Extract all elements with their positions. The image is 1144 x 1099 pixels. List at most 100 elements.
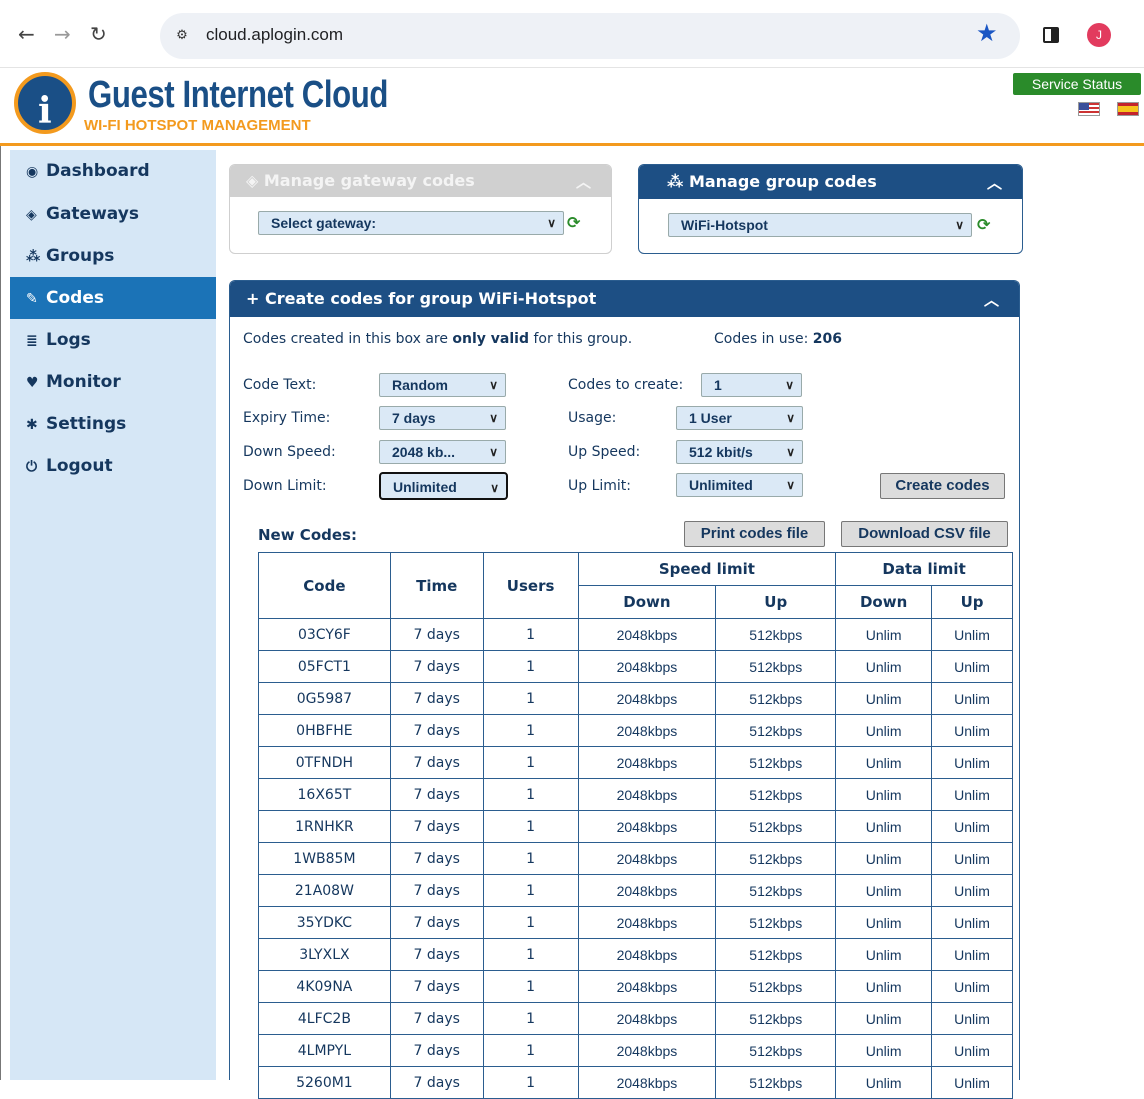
chevron-up-icon[interactable]: ︿ — [987, 166, 1002, 200]
codes-to-create-select[interactable]: 1 ∨ — [701, 373, 802, 397]
chevron-up-icon[interactable]: ︿ — [576, 166, 591, 198]
codes-in-use: Codes in use: 206 — [714, 331, 842, 347]
table-cell: 512kbps — [715, 682, 837, 715]
us-flag-icon[interactable] — [1078, 102, 1100, 116]
usage-select[interactable]: 1 User ∨ — [676, 406, 803, 430]
tachometer-icon: ◉ — [26, 164, 39, 180]
reload-icon[interactable]: ↻ — [90, 22, 107, 46]
table-cell: 21A08W — [258, 874, 391, 907]
chevron-down-icon: ∨ — [489, 378, 498, 392]
download-csv-button[interactable]: Download CSV file — [841, 521, 1008, 547]
table-cell: Unlim — [931, 1066, 1013, 1099]
bookmark-star-icon[interactable]: ★ — [976, 19, 998, 47]
chevron-down-icon: ∨ — [786, 478, 795, 492]
select-value: 512 kbit/s — [689, 444, 753, 460]
logo-icon[interactable]: i — [14, 72, 76, 134]
table-cell: 7 days — [389, 970, 484, 1003]
sidebar-item-label: Logs — [46, 330, 91, 350]
service-status-button[interactable]: Service Status — [1013, 73, 1141, 95]
cubes-icon: ⁂ — [26, 249, 41, 265]
url-text[interactable]: cloud.aplogin.com — [206, 25, 343, 45]
table-cell: Unlim — [835, 1002, 933, 1035]
column-header-users: Users — [482, 552, 579, 619]
table-cell: 1 — [482, 1066, 579, 1099]
table-cell: 2048kbps — [577, 938, 717, 971]
code-text-select[interactable]: Random ∨ — [379, 373, 506, 397]
table-cell: 512kbps — [715, 906, 837, 939]
table-cell: Unlim — [931, 714, 1013, 747]
sidebar-item-groups[interactable]: ⁂ Groups — [10, 235, 216, 277]
refresh-icon[interactable]: ⟳ — [977, 215, 990, 234]
table-cell: Unlim — [835, 874, 933, 907]
table-cell: 7 days — [389, 874, 484, 907]
sidebar-item-label: Settings — [46, 414, 127, 434]
down-speed-select[interactable]: 2048 kb... ∨ — [379, 440, 506, 464]
codes-to-create-label: Codes to create: — [568, 377, 684, 393]
gateway-select[interactable]: Select gateway: ∨ — [258, 211, 564, 235]
table-cell: Unlim — [931, 682, 1013, 715]
table-cell: 1 — [482, 874, 579, 907]
table-cell: Unlim — [931, 970, 1013, 1003]
down-limit-select[interactable]: Unlimited ∨ — [379, 472, 508, 500]
menu-icon[interactable]: ⋮ — [1136, 21, 1144, 42]
column-header-code: Code — [258, 552, 391, 619]
sidebar-item-gateways[interactable]: ◈ Gateways — [10, 193, 216, 235]
table-cell: 0TFNDH — [258, 746, 391, 779]
table-cell: Unlim — [835, 810, 933, 843]
site-info-icon[interactable]: ⚙ — [168, 22, 196, 50]
refresh-icon[interactable]: ⟳ — [567, 213, 580, 232]
spain-flag-icon[interactable] — [1117, 102, 1139, 116]
group-select[interactable]: WiFi-Hotspot ∨ — [668, 213, 972, 237]
side-panel-icon[interactable] — [1043, 27, 1059, 43]
table-cell: Unlim — [835, 778, 933, 811]
create-codes-header[interactable]: + Create codes for group WiFi-Hotspot ︿ — [230, 281, 1019, 317]
column-header-speed-limit: Speed limit — [577, 552, 837, 586]
table-cell: Unlim — [835, 618, 933, 651]
table-row: 4K09NA 7 days 1 2048kbps 512kbps Unlim Unlim — [258, 970, 1013, 1003]
sidebar-item-codes[interactable]: ✎ Codes — [10, 277, 216, 319]
create-codes-button[interactable]: Create codes — [880, 473, 1005, 499]
sidebar-item-logs[interactable]: ≣ Logs — [10, 319, 216, 361]
table-cell: 4LFC2B — [258, 1002, 391, 1035]
avatar[interactable]: J — [1087, 23, 1111, 47]
table-cell: 512kbps — [715, 1066, 837, 1099]
table-cell: Unlim — [835, 1066, 933, 1099]
usage-label: Usage: — [568, 410, 617, 426]
gateway-codes-header[interactable]: ◈ Manage gateway codes ︿ — [230, 165, 611, 197]
back-arrow-icon[interactable]: ← — [18, 22, 35, 46]
down-limit-label: Down Limit: — [243, 478, 327, 494]
sidebar-item-logout[interactable]: ⏻ Logout — [10, 445, 216, 487]
select-value: WiFi-Hotspot — [681, 217, 768, 233]
chevron-up-icon[interactable]: ︿ — [984, 282, 999, 318]
sidebar-item-monitor[interactable]: ♥ Monitor — [10, 361, 216, 403]
table-cell: 1 — [482, 1034, 579, 1067]
group-codes-header[interactable]: ⁂ Manage group codes ︿ — [639, 165, 1022, 199]
table-cell: 2048kbps — [577, 906, 717, 939]
sidebar-item-dashboard[interactable]: ◉ Dashboard — [10, 150, 216, 192]
address-bar[interactable]: ⚙ cloud.aplogin.com — [160, 13, 1020, 59]
table-cell: 1 — [482, 746, 579, 779]
expiry-time-select[interactable]: 7 days ∨ — [379, 406, 506, 430]
expiry-time-label: Expiry Time: — [243, 410, 331, 426]
table-row: 35YDKC 7 days 1 2048kbps 512kbps Unlim Unlim — [258, 906, 1013, 939]
table-cell: Unlim — [931, 842, 1013, 875]
table-cell: 0G5987 — [258, 682, 391, 715]
table-cell: Unlim — [931, 906, 1013, 939]
table-cell: Unlim — [835, 842, 933, 875]
panel-title: Manage group codes — [688, 172, 877, 191]
print-codes-button[interactable]: Print codes file — [684, 521, 825, 547]
up-speed-select[interactable]: 512 kbit/s ∨ — [676, 440, 803, 464]
sidebar-item-settings[interactable]: ✱ Settings — [10, 403, 216, 445]
table-cell: 7 days — [389, 778, 484, 811]
table-cell: 2048kbps — [577, 810, 717, 843]
table-cell: 2048kbps — [577, 1002, 717, 1035]
table-cell: 1 — [482, 618, 579, 651]
table-cell: Unlim — [931, 810, 1013, 843]
table-cell: 1 — [482, 714, 579, 747]
up-limit-select[interactable]: Unlimited ∨ — [676, 473, 803, 497]
forward-arrow-icon[interactable]: → — [54, 22, 71, 46]
brand-title[interactable]: Guest Internet Cloud — [88, 74, 388, 117]
table-row: 4LFC2B 7 days 1 2048kbps 512kbps Unlim Unlim — [258, 1002, 1013, 1035]
table-cell: 1 — [482, 810, 579, 843]
sidebar-item-label: Monitor — [46, 372, 121, 392]
